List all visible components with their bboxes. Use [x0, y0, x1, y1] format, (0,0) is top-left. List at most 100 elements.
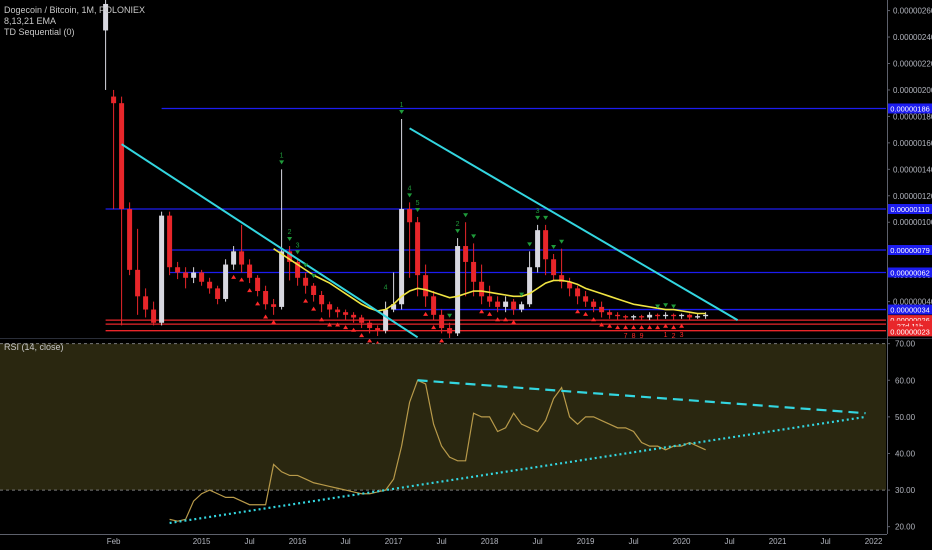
- td-buy-arrow: [303, 298, 309, 303]
- candle-body: [503, 301, 509, 307]
- td-setup-number: 7: [624, 333, 628, 340]
- candle-body: [111, 96, 117, 104]
- x-tick-label: 2015: [193, 537, 211, 546]
- td-sell-arrow: [527, 242, 533, 247]
- x-tick-label: 2022: [865, 537, 883, 546]
- candle-body: [327, 304, 333, 310]
- price-trendline: [121, 143, 419, 339]
- td-sequential-legend[interactable]: TD Sequential (0): [4, 27, 75, 38]
- candle-body: [367, 322, 373, 329]
- x-tick-label: Jul: [436, 537, 446, 546]
- candle-body: [583, 296, 589, 302]
- rsi-legend[interactable]: RSI (14, close): [4, 342, 64, 352]
- candle-body: [495, 301, 501, 307]
- td-buy-arrow: [239, 277, 245, 282]
- td-sell-arrow: [543, 215, 549, 220]
- candle-body: [271, 304, 277, 307]
- ema-legend[interactable]: 8,13,21 EMA: [4, 16, 56, 27]
- candle-body: [551, 259, 557, 276]
- td-buy-arrow: [623, 325, 629, 330]
- candle-body: [407, 209, 413, 223]
- td-setup-number: 4: [384, 285, 388, 292]
- td-buy-arrow: [359, 333, 365, 338]
- rsi-tick-label: 70.00: [895, 340, 916, 349]
- td-setup-number: 3: [296, 242, 300, 249]
- candle-body: [423, 275, 429, 297]
- td-setup-number: 1: [664, 332, 668, 339]
- candle-body: [463, 246, 469, 262]
- td-setup-number: 9: [640, 333, 644, 340]
- candle-body: [535, 230, 541, 268]
- td-sell-arrow: [671, 304, 677, 309]
- price-tick-label: 0.00000120: [893, 192, 932, 201]
- candle-body: [479, 281, 485, 297]
- td-setup-number: 8: [632, 333, 636, 340]
- td-setup-number: 3: [680, 332, 684, 339]
- price-tick-label: 0.00000260: [893, 7, 932, 16]
- td-setup-number: 2: [288, 229, 292, 236]
- candle-body: [359, 317, 365, 323]
- td-sell-arrow: [399, 110, 405, 115]
- x-tick-label: 2021: [769, 537, 787, 546]
- td-sell-arrow: [287, 237, 293, 242]
- td-buy-arrow: [247, 288, 253, 293]
- td-buy-arrow: [615, 325, 621, 330]
- td-buy-arrow: [231, 274, 237, 279]
- td-buy-arrow: [495, 317, 501, 322]
- candle-body: [199, 272, 205, 282]
- x-tick-label: Jul: [532, 537, 542, 546]
- price-label-text: 0.00000186: [890, 104, 930, 113]
- symbol-legend[interactable]: Dogecoin / Bitcoin, 1M, POLONIEX: [4, 5, 145, 16]
- candle-body: [679, 314, 685, 317]
- candle-body: [631, 316, 637, 318]
- x-tick-label: Jul: [820, 537, 830, 546]
- price-label-text: 0.00000062: [890, 269, 930, 278]
- candle-body: [215, 288, 221, 299]
- candle-body: [647, 314, 653, 318]
- td-buy-arrow: [487, 311, 493, 316]
- td-setup-number: 5: [416, 200, 420, 207]
- td-setup-number: 3: [536, 208, 540, 215]
- candle-body: [599, 306, 605, 313]
- td-buy-arrow: [423, 311, 429, 316]
- price-label-text: 0.00000110: [890, 205, 929, 214]
- td-buy-arrow: [255, 301, 261, 306]
- td-sell-arrow: [535, 215, 541, 220]
- td-buy-arrow: [503, 317, 509, 322]
- price-label-text: 0.00000023: [890, 327, 930, 336]
- candle-body: [487, 296, 493, 302]
- candle-body: [127, 209, 133, 270]
- candle-body: [311, 285, 317, 295]
- td-buy-arrow: [319, 317, 325, 322]
- candle-body: [183, 272, 189, 278]
- td-buy-arrow: [591, 317, 597, 322]
- td-buy-arrow: [343, 325, 349, 330]
- td-sell-arrow: [415, 207, 421, 212]
- candle-body: [263, 291, 269, 305]
- td-buy-arrow: [583, 311, 589, 316]
- td-setup-number: 2: [456, 221, 460, 228]
- candle-body: [607, 312, 613, 315]
- candle-body: [375, 328, 381, 331]
- candle-body: [279, 251, 285, 307]
- x-tick-label: Jul: [628, 537, 638, 546]
- candle-body: [663, 314, 669, 317]
- td-buy-arrow: [431, 325, 437, 330]
- x-tick-label: 2020: [673, 537, 691, 546]
- candle-body: [223, 264, 229, 299]
- candle-body: [119, 103, 125, 210]
- x-tick-label: Jul: [724, 537, 734, 546]
- price-tick-label: 0.00000140: [893, 165, 932, 174]
- candle-body: [527, 267, 533, 305]
- candle-body: [439, 314, 445, 329]
- td-buy-arrow: [263, 314, 269, 319]
- candle-body: [143, 296, 149, 310]
- rsi-tick-label: 60.00: [895, 376, 916, 385]
- rsi-pane: [0, 343, 886, 525]
- candle-body: [511, 301, 517, 310]
- candle-body: [335, 309, 341, 313]
- price-tick-label: 0.00000100: [893, 218, 932, 227]
- candle-body: [191, 272, 197, 278]
- td-buy-arrow: [655, 325, 661, 330]
- td-sell-arrow: [295, 250, 301, 255]
